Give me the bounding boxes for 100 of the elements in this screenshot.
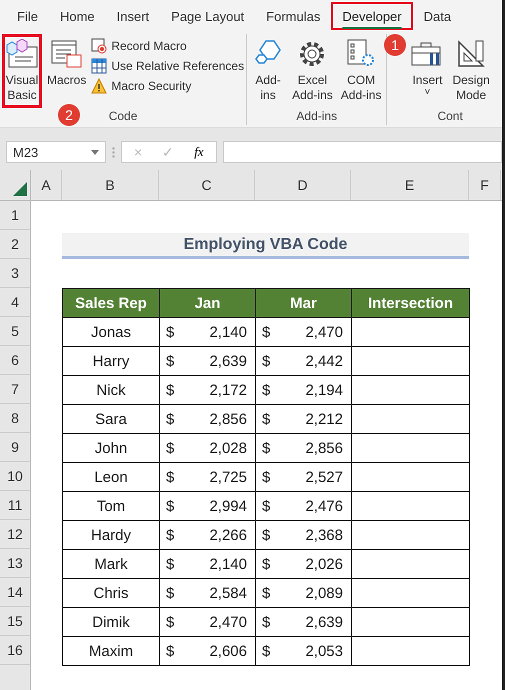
ribbon-button[interactable]: Macros xyxy=(44,34,90,93)
select-all-icon xyxy=(13,182,27,196)
ribbon-button[interactable]: Excel Add-ins xyxy=(289,34,336,108)
table-header: Mar xyxy=(255,288,352,318)
currency-symbol: $ xyxy=(262,556,270,572)
list-gear-icon xyxy=(346,39,376,69)
ribbon-button[interactable]: Macro Security xyxy=(91,78,244,94)
name-box[interactable]: M23 xyxy=(6,141,106,163)
currency-symbol: $ xyxy=(166,352,174,370)
table-cell: 2,368 xyxy=(305,526,343,544)
step-badge: 2 xyxy=(58,104,80,126)
record-icon xyxy=(91,38,108,54)
row-header[interactable]: 8 xyxy=(0,404,31,433)
row-header[interactable] xyxy=(0,665,31,690)
currency-symbol: $ xyxy=(166,410,174,428)
currency-symbol: $ xyxy=(166,382,174,398)
currency-symbol: $ xyxy=(262,498,270,514)
table-cell: 2,639 xyxy=(305,614,343,630)
ribbon-button[interactable]: Visual Basic xyxy=(2,34,42,108)
currency-symbol: $ xyxy=(262,526,270,544)
row-header[interactable]: 16 xyxy=(0,636,31,665)
table-cell: 2,470 xyxy=(305,324,343,340)
table-cell: 2,172 xyxy=(209,382,247,398)
table-cell: 2,856 xyxy=(305,440,343,456)
currency-symbol: $ xyxy=(166,468,174,486)
row-header[interactable]: 13 xyxy=(0,549,31,578)
row-header[interactable]: 7 xyxy=(0,375,31,404)
row-header[interactable]: 5 xyxy=(0,317,31,346)
table-cell: 2,476 xyxy=(305,498,343,514)
row-header[interactable]: 3 xyxy=(0,259,31,288)
column-header[interactable]: A xyxy=(31,170,62,200)
group-label: Add-ins xyxy=(296,109,338,125)
ribbon-button[interactable]: Use Relative References xyxy=(91,58,244,74)
currency-symbol: $ xyxy=(262,440,270,456)
currency-symbol: $ xyxy=(166,614,174,630)
table-cell: 2,442 xyxy=(305,352,343,370)
row-header[interactable]: 14 xyxy=(0,578,31,607)
table-header: Sales Rep xyxy=(62,288,160,318)
group-label: Code xyxy=(108,109,138,125)
row-header[interactable]: 2 xyxy=(0,230,31,259)
macro-list-icon xyxy=(50,39,83,69)
currency-symbol: $ xyxy=(166,584,174,602)
group-label: Cont xyxy=(437,109,463,125)
table-cell: 2,639 xyxy=(209,352,247,370)
currency-symbol: $ xyxy=(262,642,270,660)
table-cell: 2,089 xyxy=(305,584,343,602)
grid-icon xyxy=(91,58,108,74)
table-cell: 2,470 xyxy=(209,614,247,630)
table-cell: 2,725 xyxy=(209,468,247,486)
currency-symbol: $ xyxy=(262,614,270,630)
table-cell: 2,053 xyxy=(305,642,343,660)
ribbon-tab[interactable]: Insert xyxy=(106,2,160,30)
table-cell: 2,994 xyxy=(209,498,247,514)
row-header[interactable]: 12 xyxy=(0,520,31,549)
table-cell: 2,028 xyxy=(209,440,247,456)
formula-field[interactable] xyxy=(222,141,502,163)
table-cell: 2,527 xyxy=(305,468,343,486)
table-cell: 2,606 xyxy=(209,642,247,660)
column-header[interactable]: B xyxy=(62,170,159,200)
table-cell: 2,140 xyxy=(209,556,247,572)
row-header[interactable]: 1 xyxy=(0,201,31,230)
ribbon-button[interactable]: Record Macro xyxy=(91,38,244,54)
ribbon-button[interactable]: Insert ˅ xyxy=(407,34,448,103)
row-header[interactable]: 9 xyxy=(0,433,31,462)
column-header[interactable]: E xyxy=(351,170,469,200)
ribbon-tab[interactable]: Developer xyxy=(331,2,413,30)
ribbon-button[interactable]: COM Add-ins xyxy=(338,34,384,108)
row-header[interactable]: 11 xyxy=(0,491,31,520)
column-header[interactable]: C xyxy=(159,170,255,200)
row-header[interactable]: 10 xyxy=(0,462,31,491)
ribbon-tab[interactable]: Page Layout xyxy=(160,2,256,30)
ribbon-button[interactable]: Design Mode xyxy=(449,34,493,108)
column-header[interactable]: D xyxy=(255,170,351,200)
table-cell: Maxim xyxy=(62,636,160,666)
ribbon-tab[interactable]: Home xyxy=(48,2,106,30)
table-cell: 2,026 xyxy=(305,556,343,572)
table-header: Intersection xyxy=(351,288,470,318)
dropdown-icon[interactable] xyxy=(91,150,99,154)
code-window-icon xyxy=(5,39,39,69)
table-cell: 2,584 xyxy=(209,584,247,602)
row-header[interactable]: 4 xyxy=(0,288,31,317)
function-icon[interactable]: fx xyxy=(194,144,204,160)
ribbon-button[interactable]: Add- ins xyxy=(249,34,288,108)
currency-symbol: $ xyxy=(262,324,270,340)
currency-symbol: $ xyxy=(262,410,270,428)
currency-symbol: $ xyxy=(262,584,270,602)
currency-symbol: $ xyxy=(166,498,174,514)
ribbon-tab[interactable]: File xyxy=(6,2,49,30)
table-cell: 2,212 xyxy=(305,410,343,428)
currency-symbol: $ xyxy=(166,556,174,572)
currency-symbol: $ xyxy=(262,468,270,486)
currency-symbol: $ xyxy=(262,382,270,398)
row-header[interactable]: 6 xyxy=(0,346,31,375)
ribbon-tab[interactable]: Data xyxy=(412,2,462,30)
row-header[interactable]: 15 xyxy=(0,607,31,636)
table-cell: 2,194 xyxy=(305,382,343,398)
step-badge: 1 xyxy=(384,34,406,56)
currency-symbol: $ xyxy=(166,324,174,340)
column-header[interactable]: F xyxy=(469,170,501,200)
ribbon-tab[interactable]: Formulas xyxy=(255,2,332,30)
